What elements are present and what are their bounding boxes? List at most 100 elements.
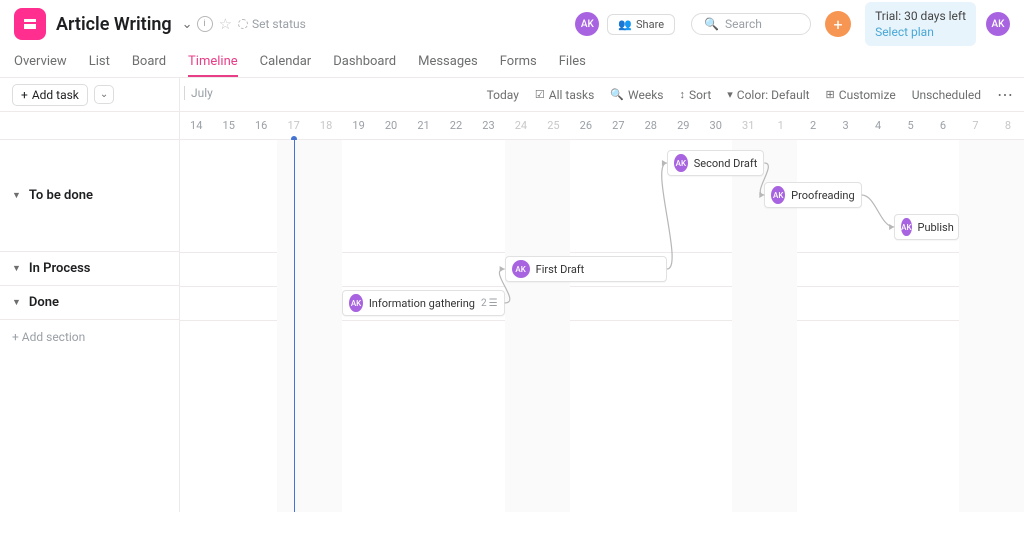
select-plan-link[interactable]: Select plan <box>875 24 966 40</box>
add-task-label: Add task <box>32 88 79 102</box>
collapse-icon: ▼ <box>12 263 21 274</box>
share-label: Share <box>636 18 664 31</box>
subtask-count: 2 ☰ <box>481 298 498 309</box>
assignee-avatar: AK <box>512 260 530 278</box>
project-tabs: Overview List Board Timeline Calendar Da… <box>0 48 1024 78</box>
date-cell: 7 <box>959 112 991 139</box>
section-to-be-done[interactable]: ▼To be done <box>0 140 179 252</box>
customize-label: Customize <box>839 88 896 102</box>
set-status-button[interactable]: Set status <box>238 17 306 31</box>
magnify-icon: 🔍 <box>610 88 624 101</box>
timeline-body: ▼To be done ▼In Process ▼Done + Add sect… <box>0 140 1024 512</box>
info-icon[interactable]: i <box>197 16 213 32</box>
trial-banner[interactable]: Trial: 30 days left Select plan <box>865 2 976 46</box>
section-done[interactable]: ▼Done <box>0 286 179 320</box>
date-cell: 4 <box>862 112 894 139</box>
tab-dashboard[interactable]: Dashboard <box>333 54 396 77</box>
check-circle-icon: ☑ <box>535 88 545 101</box>
assignee-avatar: AK <box>349 294 363 312</box>
section-sidebar: ▼To be done ▼In Process ▼Done + Add sect… <box>0 140 180 512</box>
project-title[interactable]: Article Writing <box>56 14 172 35</box>
all-tasks-label: All tasks <box>549 88 595 102</box>
task-label: Information gathering <box>369 297 475 310</box>
date-cell: 1 <box>764 112 796 139</box>
customize-button[interactable]: ⊞ Customize <box>826 88 896 102</box>
color-label: Color: Default <box>737 88 810 102</box>
sort-label: Sort <box>689 88 711 102</box>
sort-button[interactable]: ↕ Sort <box>679 88 711 102</box>
subtask-icon: ☰ <box>489 298 498 309</box>
search-input[interactable]: 🔍 Search <box>691 13 811 35</box>
today-button[interactable]: Today <box>487 88 519 102</box>
date-cell: 15 <box>212 112 244 139</box>
tab-overview[interactable]: Overview <box>14 54 67 77</box>
star-icon[interactable]: ☆ <box>213 15 238 33</box>
date-cell: 30 <box>700 112 732 139</box>
assignee-avatar: AK <box>674 154 688 172</box>
tab-list[interactable]: List <box>89 54 110 77</box>
date-cell: 14 <box>180 112 212 139</box>
plus-icon: + <box>21 88 28 102</box>
task-bar[interactable]: AK Information gathering 2 ☰ <box>342 290 504 316</box>
gantt-chart[interactable]: AKSecond DraftAKProofreadingAKPublishAKF… <box>180 140 1024 512</box>
date-cell: 24 <box>505 112 537 139</box>
tab-forms[interactable]: Forms <box>500 54 537 77</box>
trial-days-label: Trial: 30 days left <box>875 8 966 24</box>
section-label: In Process <box>29 261 91 276</box>
date-cell: 16 <box>245 112 277 139</box>
section-label: To be done <box>29 188 93 203</box>
color-icon: ▾ <box>727 88 733 101</box>
project-glyph-icon <box>22 16 38 32</box>
date-cell: 20 <box>375 112 407 139</box>
project-menu-chevron-icon[interactable]: ⌄ <box>178 17 197 32</box>
user-avatar[interactable]: AK <box>986 12 1010 36</box>
tab-board[interactable]: Board <box>132 54 166 77</box>
month-label: July <box>184 86 213 100</box>
tab-messages[interactable]: Messages <box>418 54 478 77</box>
all-tasks-filter[interactable]: ☑ All tasks <box>535 88 594 102</box>
more-icon[interactable]: ⋯ <box>997 85 1014 104</box>
section-in-process[interactable]: ▼ In Process <box>0 252 179 286</box>
date-cell: 26 <box>570 112 602 139</box>
task-label: First Draft <box>536 263 585 276</box>
share-button[interactable]: 👥 Share <box>607 14 675 35</box>
task-bar[interactable]: AKPublish <box>894 214 959 240</box>
task-bar[interactable]: AK First Draft <box>505 256 667 282</box>
zoom-weeks[interactable]: 🔍 Weeks <box>610 88 663 102</box>
add-section-button[interactable]: + Add section <box>0 320 179 354</box>
zoom-label: Weeks <box>628 88 663 102</box>
member-avatar[interactable]: AK <box>575 12 599 36</box>
tab-calendar[interactable]: Calendar <box>260 54 312 77</box>
tab-files[interactable]: Files <box>559 54 586 77</box>
task-bar[interactable]: AK Second Draft <box>667 150 764 176</box>
sort-icon: ↕ <box>679 88 685 101</box>
customize-icon: ⊞ <box>826 88 835 101</box>
search-icon: 🔍 <box>704 17 719 31</box>
date-cell: 18 <box>310 112 342 139</box>
tab-timeline[interactable]: Timeline <box>188 54 238 77</box>
date-cell: 2 <box>797 112 829 139</box>
unscheduled-button[interactable]: Unscheduled <box>912 88 981 102</box>
date-cell: 25 <box>537 112 569 139</box>
search-placeholder: Search <box>725 17 762 31</box>
add-task-dropdown[interactable]: ⌄ <box>94 85 114 104</box>
people-icon: 👥 <box>618 18 632 31</box>
date-cell: 5 <box>894 112 926 139</box>
date-cell: 21 <box>407 112 439 139</box>
top-bar: Article Writing ⌄ i ☆ Set status AK 👥 Sh… <box>0 0 1024 48</box>
status-dot-icon <box>238 19 248 29</box>
global-add-button[interactable]: + <box>825 11 851 37</box>
add-task-button[interactable]: + Add task <box>12 84 88 106</box>
task-label: Second Draft <box>694 157 758 170</box>
date-cell: 17 <box>277 112 309 139</box>
date-cell: 31 <box>732 112 764 139</box>
set-status-label: Set status <box>252 17 306 31</box>
color-button[interactable]: ▾ Color: Default <box>727 88 809 102</box>
task-bar[interactable]: AKProofreading <box>764 182 861 208</box>
assignee-avatar: AK <box>901 218 911 236</box>
project-icon[interactable] <box>14 8 46 40</box>
assignee-avatar: AK <box>771 186 785 204</box>
collapse-icon: ▼ <box>12 297 21 308</box>
date-cell: 27 <box>602 112 634 139</box>
date-cell: 3 <box>829 112 861 139</box>
